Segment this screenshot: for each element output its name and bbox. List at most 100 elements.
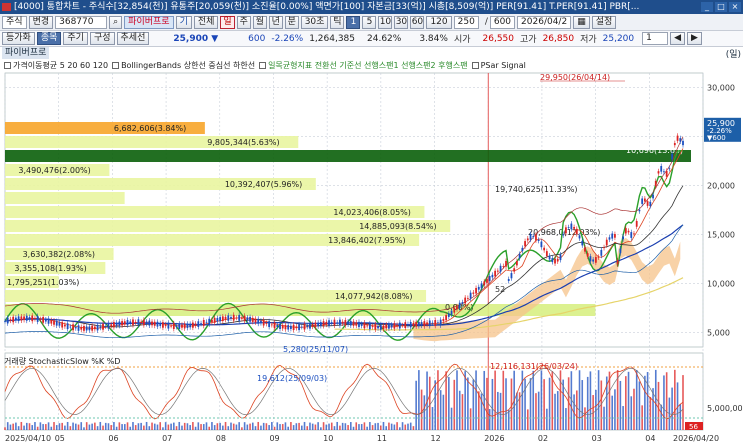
period-30s[interactable]: 30초: [300, 15, 329, 29]
candle-body: [447, 313, 450, 317]
volume-bar: [322, 422, 325, 430]
date-tick-label: 02: [538, 434, 548, 443]
checkbox-icon[interactable]: [259, 62, 267, 69]
candle-body: [12, 316, 15, 323]
trendline-tab[interactable]: 추세선: [116, 32, 150, 45]
volume-bar: [31, 425, 34, 430]
candle-body: [14, 317, 17, 321]
volume-bar: [156, 424, 159, 430]
count-input[interactable]: 250: [453, 15, 479, 29]
legend-ichimoku[interactable]: 일목균형지표 전환선 기준선 선행스팬1 선행스팬2 후행스팬: [259, 60, 468, 72]
full-button[interactable]: 전체: [193, 15, 219, 29]
candle-body: [347, 321, 349, 325]
stock-name[interactable]: 파이버프로: [124, 15, 174, 29]
volume-bar: [524, 378, 526, 430]
settings-button[interactable]: 설정: [591, 15, 617, 29]
market-select[interactable]: 주식: [2, 15, 27, 29]
quote-bar: 등가화 종목 주기 구성 추세선 25,900 ▼ 600 -2.26% 1,2…: [0, 31, 743, 47]
interval-30[interactable]: 30: [394, 15, 409, 29]
calendar-icon[interactable]: ▦: [573, 15, 590, 29]
period-year[interactable]: 년: [268, 15, 283, 29]
candle-body: [110, 324, 113, 327]
candle-body: [164, 324, 167, 326]
interval-10[interactable]: 10: [378, 15, 393, 29]
candle-body: [145, 321, 148, 324]
date-input[interactable]: 2026/04/2: [517, 15, 572, 29]
next-icon[interactable]: ▶: [687, 32, 702, 45]
volume-bar: [352, 426, 355, 430]
volume-bar: [241, 427, 243, 430]
candle-body: [643, 198, 646, 202]
gi-button[interactable]: 기: [175, 15, 192, 29]
prev-icon[interactable]: ◀: [670, 32, 686, 45]
window-titlebar[interactable]: [4000] 통합차트 - 주식수[32,854(천)] 유통주[20,059(…: [0, 0, 743, 14]
equalize-button[interactable]: 등가화: [2, 32, 35, 45]
period-week[interactable]: 주: [236, 15, 251, 29]
close-icon[interactable]: ×: [729, 2, 741, 12]
volume-bar: [183, 422, 186, 430]
volume-bar: [273, 426, 276, 430]
volume-bar: [467, 377, 469, 430]
cycle-tab[interactable]: 주기: [63, 32, 88, 45]
candle-body: [322, 321, 325, 327]
volume-bar: [339, 425, 341, 430]
volume-bar: [420, 389, 423, 430]
volume-bar: [461, 394, 464, 430]
volume-bar: [80, 422, 83, 430]
code-input[interactable]: 368770: [55, 15, 108, 29]
period-month[interactable]: 월: [252, 15, 267, 29]
compose-tab[interactable]: 구성: [89, 32, 115, 45]
checkbox-icon[interactable]: [471, 62, 479, 69]
date-tick-label: 08: [216, 434, 226, 443]
period-tick[interactable]: 틱: [330, 15, 345, 29]
candle-body: [80, 326, 83, 330]
interval-120[interactable]: 120: [426, 15, 452, 29]
volume-bar: [257, 421, 260, 430]
interval-1[interactable]: 1: [346, 15, 361, 29]
candle-body: [34, 318, 36, 320]
candle-body: [360, 323, 363, 326]
legend-ma[interactable]: 가격이동평균 5 20 60 120: [4, 60, 108, 72]
candle-body: [159, 323, 162, 326]
window-title: [4000] 통합차트 - 주식수[32,854(천)] 유통주[20,059(…: [14, 2, 640, 12]
candle-body: [317, 322, 320, 327]
volume-bar: [477, 391, 480, 430]
item-tab[interactable]: 종목: [36, 32, 62, 45]
interval-60[interactable]: 60: [410, 15, 425, 29]
candle-body: [439, 319, 442, 326]
candle-body: [535, 234, 537, 241]
period-minute[interactable]: 분: [284, 15, 299, 29]
page-select[interactable]: 1: [642, 32, 669, 45]
checkbox-icon[interactable]: [112, 62, 120, 69]
total-input[interactable]: 600: [489, 15, 516, 29]
candle-body: [363, 322, 366, 329]
legend-psar[interactable]: PSar Signal: [471, 60, 526, 72]
candle-body: [611, 233, 614, 239]
volume-profile-label: 3,355,108(1.93%): [14, 264, 86, 273]
candle-body: [423, 321, 426, 327]
volume-bar: [28, 423, 31, 430]
maximize-icon[interactable]: □: [715, 2, 727, 12]
candle-body: [44, 319, 47, 322]
low-annotation: 5,280(25/11/07): [283, 345, 348, 354]
volume-profile-label: 19,740,625(11.33%): [495, 185, 578, 194]
candle-body: [619, 248, 622, 254]
chart-area[interactable]: 30,00025,00020,00015,00010,0005,0002025/…: [0, 47, 743, 444]
chart-svg[interactable]: 30,00025,00020,00015,00010,0005,0002025/…: [0, 47, 743, 444]
candle-body: [6, 317, 9, 324]
volume-bar: [99, 421, 102, 430]
volume-bar: [630, 396, 633, 430]
period-daily[interactable]: 일: [220, 15, 235, 29]
candle-body: [85, 326, 88, 331]
candle-body: [102, 323, 104, 330]
minimize-icon[interactable]: _: [701, 2, 713, 12]
candle-body: [300, 326, 303, 328]
interval-5[interactable]: 5: [362, 15, 377, 29]
change-button[interactable]: 변경: [28, 15, 54, 29]
search-icon[interactable]: ⌕: [109, 15, 123, 29]
candle-body: [336, 322, 339, 324]
window-controls: _ □ ×: [701, 2, 741, 12]
checkbox-icon[interactable]: [4, 62, 11, 69]
legend-bb[interactable]: BollingerBands 상한선 중심선 하한선: [112, 60, 255, 72]
volume-bar: [20, 421, 23, 430]
